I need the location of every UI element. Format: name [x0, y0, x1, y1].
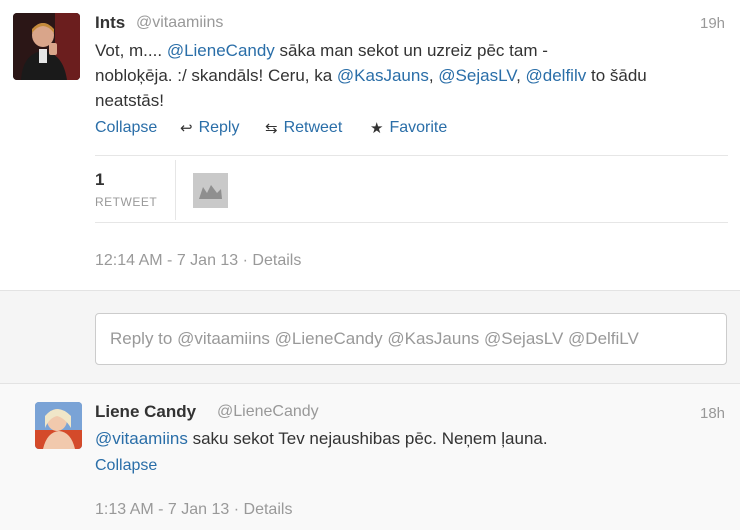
retweet-count-label: RETWEET — [95, 195, 158, 209]
author-name[interactable]: Liene Candy — [95, 402, 196, 422]
tweet-time[interactable]: 19h — [700, 15, 725, 32]
text-segment: , — [428, 66, 439, 85]
tweet-text: Vot, m.... @LieneCandy sāka man sekot un… — [95, 38, 647, 113]
reply-icon: ↩ — [180, 120, 193, 137]
tweet-text-line: nobloķēja. :/ skandāls! Ceru, ka @KasJau… — [95, 63, 647, 88]
text-segment: nobloķēja. :/ skandāls! Ceru, ka — [95, 66, 337, 85]
retweet-button[interactable]: ⇆ Retweet — [265, 119, 342, 137]
tweet-timestamp-row: 12:14 AM - 7 Jan 13 · Details — [95, 252, 301, 270]
separator: · — [238, 252, 253, 269]
retweet-label: Retweet — [283, 119, 343, 136]
collapse-button[interactable]: Collapse — [95, 457, 157, 475]
divider — [175, 160, 176, 220]
text-segment: , — [516, 66, 526, 85]
tweet-timestamp-row: 1:13 AM - 7 Jan 13 · Details — [95, 501, 292, 519]
mention-link[interactable]: @SejasLV — [438, 66, 516, 85]
favorite-label: Favorite — [389, 119, 448, 136]
mention-link[interactable]: @LieneCandy — [167, 41, 275, 60]
text-segment: sāka man sekot un uzreiz pēc tam - — [274, 41, 548, 60]
details-link[interactable]: Details — [244, 501, 293, 518]
star-icon: ★ — [370, 120, 384, 137]
collapse-button[interactable]: Collapse — [95, 119, 157, 137]
author-name[interactable]: Ints — [95, 13, 125, 33]
timestamp-link[interactable]: 12:14 AM - 7 Jan 13 — [95, 252, 238, 269]
collapse-label: Collapse — [95, 457, 158, 474]
text-segment: saku sekot Tev nejaushibas pēc. Neņem ļa… — [187, 429, 548, 448]
reply-input[interactable]: Reply to @vitaamiins @LieneCandy @KasJau… — [95, 313, 727, 365]
text-segment: to šādu — [586, 66, 647, 85]
mention-link[interactable]: @vitaamiins — [95, 429, 188, 448]
avatar[interactable] — [35, 402, 82, 449]
mention-link[interactable]: @delfilv — [526, 66, 587, 85]
retweet-count[interactable]: 1 — [95, 170, 104, 190]
retweet-icon: ⇆ — [265, 120, 278, 137]
author-handle[interactable]: @vitaamiins — [136, 14, 223, 32]
divider — [95, 155, 728, 156]
avatar[interactable] — [13, 13, 80, 80]
tweet-reply: Liene Candy @LieneCandy 18h @vitaamiins … — [0, 384, 740, 530]
reply-label: Reply — [198, 119, 240, 136]
tweet-text: @vitaamiins saku sekot Tev nejaushibas p… — [95, 426, 548, 451]
divider — [95, 222, 728, 223]
tweet-expanded: Ints @vitaamiins 19h Vot, m.... @LieneCa… — [0, 0, 740, 290]
details-link[interactable]: Details — [252, 252, 301, 269]
reply-button[interactable]: ↩ Reply — [180, 119, 239, 137]
mention-link[interactable]: @KasJauns — [337, 66, 429, 85]
tweet-text-line: Vot, m.... @LieneCandy sāka man sekot un… — [95, 38, 647, 63]
timestamp-link[interactable]: 1:13 AM - 7 Jan 13 — [95, 501, 229, 518]
tweet-text-line: neatstās! — [95, 91, 164, 110]
reply-section: Reply to @vitaamiins @LieneCandy @KasJau… — [0, 290, 740, 384]
separator: · — [229, 501, 244, 518]
favorite-button[interactable]: ★ Favorite — [370, 119, 447, 137]
collapse-label: Collapse — [95, 119, 158, 136]
text-segment: Vot, m.... — [95, 41, 167, 60]
author-handle[interactable]: @LieneCandy — [217, 403, 319, 421]
retweeter-avatar[interactable] — [193, 173, 228, 208]
tweet-time[interactable]: 18h — [700, 405, 725, 422]
